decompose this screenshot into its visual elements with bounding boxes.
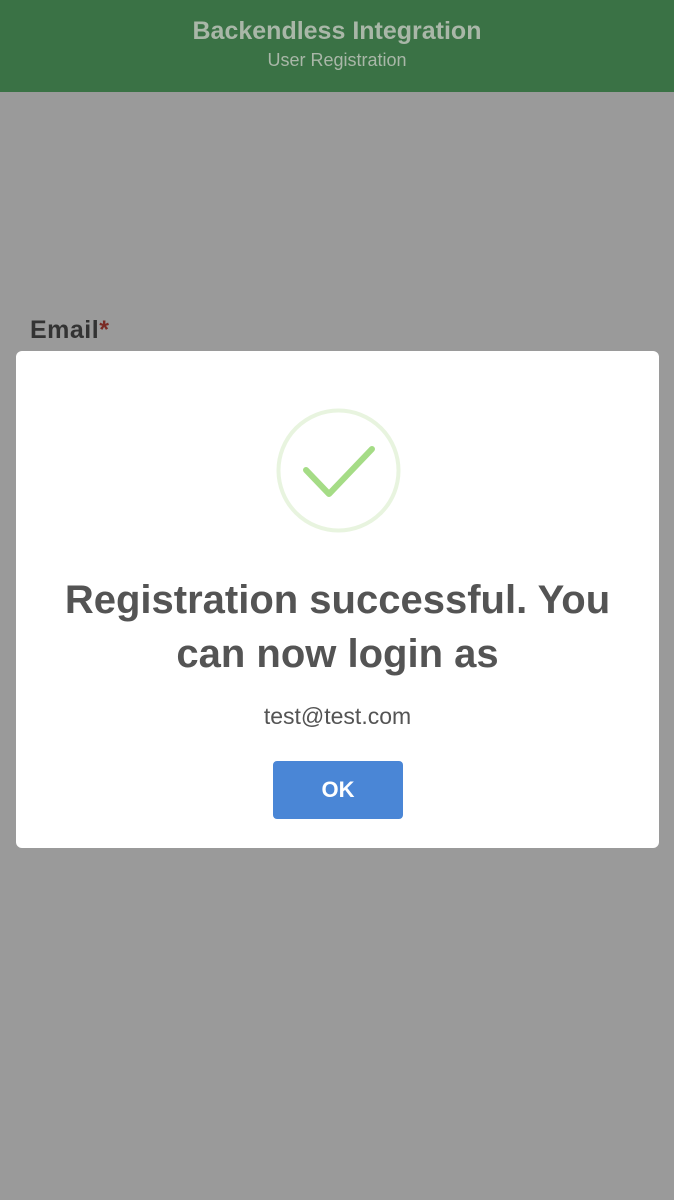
app-header: Backendless Integration User Registratio… bbox=[0, 0, 674, 92]
email-field-label: Email* bbox=[30, 316, 109, 345]
email-label-text: Email bbox=[30, 316, 100, 344]
required-marker: * bbox=[99, 316, 110, 344]
page-subtitle: User Registration bbox=[267, 50, 407, 70]
app-title: Backendless Integration bbox=[192, 17, 482, 45]
dialog-email-text: test@test.com bbox=[263, 703, 412, 729]
success-checkmark-icon bbox=[276, 408, 401, 533]
dialog-title: Registration successful. You can now log… bbox=[64, 578, 611, 676]
success-dialog: Registration successful. You can now log… bbox=[16, 351, 659, 848]
ok-button[interactable]: OK bbox=[273, 761, 403, 819]
